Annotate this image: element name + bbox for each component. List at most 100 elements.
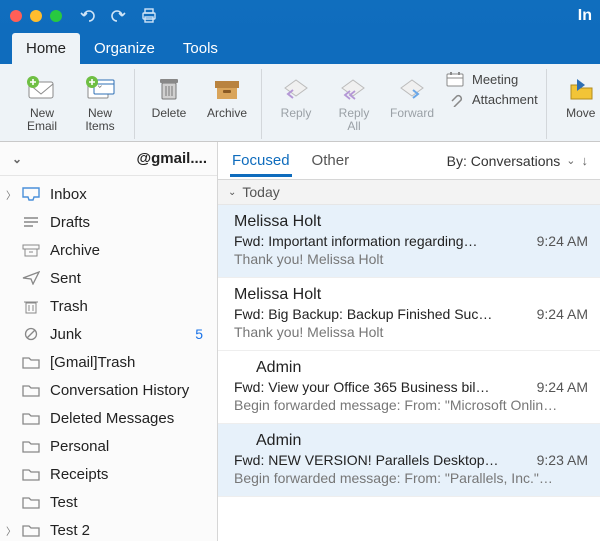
window-controls — [10, 10, 62, 22]
folder-label: Inbox — [50, 186, 87, 203]
meeting-icon — [444, 71, 466, 87]
minimize-window-button[interactable] — [30, 10, 42, 22]
close-window-button[interactable] — [10, 10, 22, 22]
folder-sent[interactable]: Sent — [0, 264, 217, 292]
date-group-header[interactable]: ⌄ Today — [218, 180, 600, 205]
message-item[interactable]: AdminFwd: View your Office 365 Business … — [218, 351, 600, 424]
trash-icon — [155, 71, 183, 105]
folder-archive[interactable]: Archive — [0, 236, 217, 264]
tab-home[interactable]: Home — [12, 33, 80, 64]
undo-icon[interactable] — [80, 9, 96, 23]
sort-label: By: Conversations — [447, 153, 561, 169]
folder-trash[interactable]: Trash — [0, 292, 217, 320]
paperclip-icon — [444, 91, 466, 107]
folder-deleted-messages[interactable]: Deleted Messages — [0, 404, 217, 432]
new-items-icon — [82, 71, 118, 105]
message-preview: Begin forwarded message: From: "Parallel… — [234, 470, 588, 486]
folder-label: Sent — [50, 270, 81, 287]
print-icon[interactable] — [140, 8, 158, 24]
message-preview: Begin forwarded message: From: "Microsof… — [234, 397, 588, 413]
chevron-right-icon: 〉 — [6, 523, 16, 538]
reply-label: Reply — [281, 107, 312, 120]
folder-junk[interactable]: Junk 5 — [0, 320, 217, 348]
folder--gmail-trash[interactable]: [Gmail]Trash — [0, 348, 217, 376]
message-sender: Melissa Holt — [234, 213, 588, 231]
folder-icon — [22, 521, 40, 539]
folder-personal[interactable]: Personal — [0, 432, 217, 460]
chevron-right-icon: 〉 — [6, 187, 16, 202]
reply-all-label: ReplyAll — [339, 107, 370, 133]
new-email-label: NewEmail — [27, 107, 57, 133]
message-item[interactable]: Melissa Holt Fwd: Big Backup: Backup Fini… — [218, 278, 600, 351]
new-email-icon — [25, 71, 59, 105]
attachment-label: Attachment — [472, 92, 538, 107]
folder-icon — [22, 493, 40, 511]
message-sender: Melissa Holt — [234, 286, 588, 304]
message-time: 9:23 AM — [537, 452, 588, 468]
ribbon-group-move: Move Junk — [547, 69, 600, 139]
message-time: 9:24 AM — [537, 233, 588, 249]
folder-test[interactable]: Test — [0, 488, 217, 516]
message-list-pane: Focused Other By: Conversations ⌄ ↓ ⌄ To… — [218, 142, 600, 541]
folder-label: Drafts — [50, 214, 90, 231]
message-subject: Fwd: Big Backup: Backup Finished Suc… — [234, 306, 527, 322]
new-items-button[interactable]: NewItems — [74, 69, 126, 139]
folder-receipts[interactable]: Receipts — [0, 460, 217, 488]
folder-inbox[interactable]: 〉 Inbox — [0, 180, 217, 208]
forward-button[interactable]: Forward — [386, 69, 438, 139]
ribbon-respond-extra: Meeting Attachment — [444, 69, 538, 139]
sent-icon — [22, 269, 40, 287]
reply-button[interactable]: Reply — [270, 69, 322, 139]
tab-other[interactable]: Other — [310, 144, 352, 177]
unread-count: 5 — [195, 326, 207, 342]
archive-button[interactable]: Archive — [201, 69, 253, 139]
move-button[interactable]: Move — [555, 69, 600, 139]
folder-icon — [22, 437, 40, 455]
message-subject: Fwd: View your Office 365 Business bil… — [234, 379, 527, 395]
redo-icon[interactable] — [110, 9, 126, 23]
folder-label: Test 2 — [50, 522, 90, 539]
move-icon — [565, 71, 597, 105]
arrow-down-icon: ↓ — [582, 153, 589, 168]
zoom-window-button[interactable] — [50, 10, 62, 22]
ribbon: NewEmail NewItems Delete Archive Reply R… — [0, 64, 600, 142]
move-label: Move — [566, 107, 595, 120]
folder-drafts[interactable]: Drafts — [0, 208, 217, 236]
attachment-button[interactable]: Attachment — [444, 91, 538, 107]
account-header[interactable]: ⌄ @gmail.... — [0, 142, 217, 176]
tab-tools[interactable]: Tools — [169, 33, 232, 64]
message-preview: Thank you! Melissa Holt — [234, 324, 588, 340]
folder-icon — [22, 381, 40, 399]
folder-icon — [22, 465, 40, 483]
message-item[interactable]: AdminFwd: NEW VERSION! Parallels Desktop… — [218, 424, 600, 497]
folder-conversation-history[interactable]: Conversation History — [0, 376, 217, 404]
quick-access-toolbar — [80, 8, 158, 24]
drafts-icon — [22, 213, 40, 231]
tab-organize[interactable]: Organize — [80, 33, 169, 64]
archive-label: Archive — [207, 107, 247, 120]
message-list: Melissa HoltFwd: Important information r… — [218, 205, 600, 497]
junk-icon — [22, 325, 40, 343]
tab-focused[interactable]: Focused — [230, 144, 292, 177]
forward-icon — [397, 71, 427, 105]
window-titlebar: In — [0, 0, 600, 32]
forward-label: Forward — [390, 107, 434, 120]
delete-label: Delete — [152, 107, 187, 120]
reply-all-button[interactable]: ReplyAll — [328, 69, 380, 139]
message-item[interactable]: Melissa HoltFwd: Important information r… — [218, 205, 600, 278]
reply-all-icon — [338, 71, 370, 105]
folder-icon — [22, 353, 40, 371]
ribbon-tabs: Home Organize Tools — [0, 32, 600, 64]
chevron-down-icon: ⌄ — [12, 152, 22, 166]
delete-button[interactable]: Delete — [143, 69, 195, 139]
new-items-label: NewItems — [85, 107, 114, 133]
account-name: @gmail.... — [22, 150, 207, 167]
sort-dropdown[interactable]: By: Conversations ⌄ ↓ — [447, 153, 588, 169]
folder-label: Junk — [50, 326, 82, 343]
new-email-button[interactable]: NewEmail — [16, 69, 68, 139]
folder-test-2[interactable]: 〉 Test 2 — [0, 516, 217, 541]
meeting-button[interactable]: Meeting — [444, 71, 538, 87]
folder-label: Personal — [50, 438, 109, 455]
reply-icon — [281, 71, 311, 105]
folder-icon — [22, 409, 40, 427]
